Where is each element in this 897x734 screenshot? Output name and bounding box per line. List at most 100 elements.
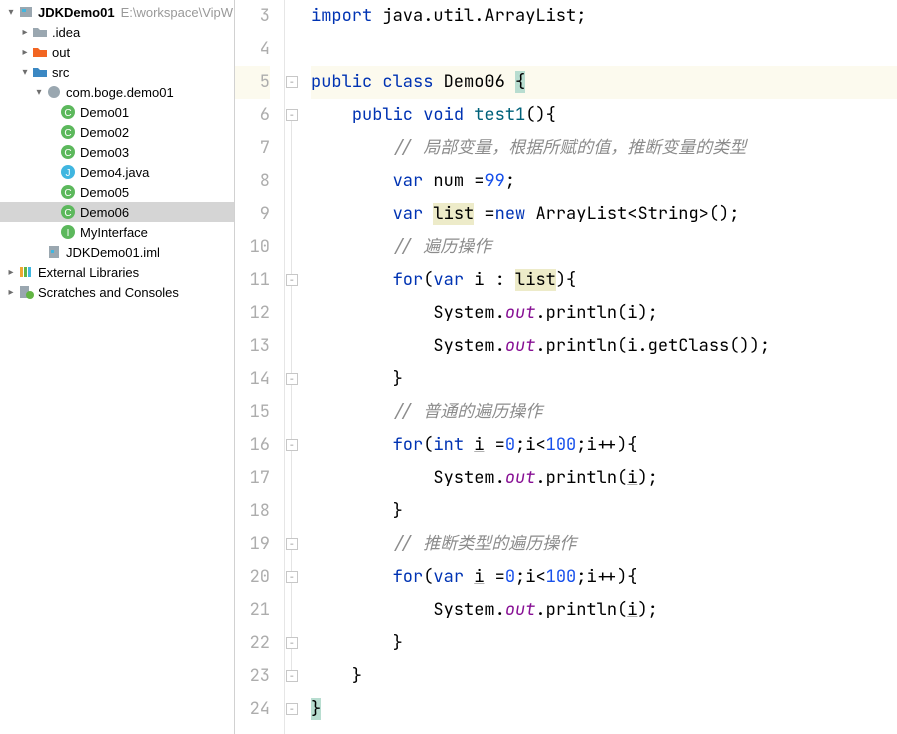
fold-toggle-icon[interactable]: −	[286, 76, 298, 88]
tree-class-demo02[interactable]: ▸ C Demo02	[0, 122, 234, 142]
code-line-24[interactable]: }	[311, 693, 897, 726]
line-number: 15	[235, 396, 270, 429]
code-line-13[interactable]: System.out.println(i.getClass());	[311, 330, 897, 363]
tree-label: Demo06	[80, 205, 129, 220]
tree-class-demo06[interactable]: ▸ C Demo06	[0, 202, 234, 222]
line-number: 5	[235, 66, 270, 99]
svg-text:C: C	[64, 148, 71, 159]
line-number: 9	[235, 198, 270, 231]
tree-file-iml[interactable]: ▸ JDKDemo01.iml	[0, 242, 234, 262]
code-line-8[interactable]: var num =99;	[311, 165, 897, 198]
java-file-icon: J	[60, 164, 76, 180]
fold-toggle-icon[interactable]: −	[286, 439, 298, 451]
code-line-15[interactable]: // 普通的遍历操作	[311, 396, 897, 429]
libraries-icon	[18, 264, 34, 280]
line-number: 6	[235, 99, 270, 132]
iml-file-icon	[46, 244, 62, 260]
code-area[interactable]: import import java.util.ArrayList;java.u…	[299, 0, 897, 734]
fold-toggle-icon[interactable]: −	[286, 571, 298, 583]
tree-label: Demo4.java	[80, 165, 149, 180]
folder-src-icon	[32, 64, 48, 80]
tree-folder-idea[interactable]: ▸ .idea	[0, 22, 234, 42]
tree-interface-myinterface[interactable]: ▸ I MyInterface	[0, 222, 234, 242]
svg-text:C: C	[64, 188, 71, 199]
tree-file-demo4java[interactable]: ▸ J Demo4.java	[0, 162, 234, 182]
code-line-9[interactable]: var list =new ArrayList<String>();	[311, 198, 897, 231]
svg-text:C: C	[64, 108, 71, 119]
svg-text:C: C	[64, 128, 71, 139]
project-sidebar: ▾ JDKDemo01 E:\workspace\VipW ▸ .idea ▸ …	[0, 0, 235, 734]
line-number: 21	[235, 594, 270, 627]
code-line-4[interactable]	[311, 33, 897, 66]
fold-toggle-icon[interactable]: −	[286, 109, 298, 121]
code-line-23[interactable]: }	[311, 660, 897, 693]
class-icon: C	[60, 124, 76, 140]
tree-folder-out[interactable]: ▸ out	[0, 42, 234, 62]
line-number: 23	[235, 660, 270, 693]
chevron-down-icon[interactable]: ▾	[32, 87, 46, 98]
code-line-21[interactable]: System.out.println(i);	[311, 594, 897, 627]
tree-label: out	[52, 45, 70, 60]
fold-toggle-icon[interactable]: −	[286, 703, 298, 715]
code-line-12[interactable]: System.out.println(i);	[311, 297, 897, 330]
tree-label: MyInterface	[80, 225, 148, 240]
code-line-22[interactable]: }	[311, 627, 897, 660]
tree-class-demo05[interactable]: ▸ C Demo05	[0, 182, 234, 202]
tree-folder-src[interactable]: ▾ src	[0, 62, 234, 82]
tree-label: Demo05	[80, 185, 129, 200]
chevron-down-icon[interactable]: ▾	[4, 7, 18, 18]
chevron-right-icon[interactable]: ▸	[4, 287, 18, 298]
tree-scratches[interactable]: ▸ Scratches and Consoles	[0, 282, 234, 302]
tree-label: JDKDemo01.iml	[66, 245, 160, 260]
line-gutter: 3 4 5 6 7 8 9 10 11 12 13 14 15 16 17 18…	[235, 0, 285, 734]
code-line-18[interactable]: }	[311, 495, 897, 528]
code-line-7[interactable]: // 局部变量，根据所赋的值，推断变量的类型	[311, 132, 897, 165]
class-icon: C	[60, 184, 76, 200]
project-name: JDKDemo01	[38, 5, 115, 20]
tree-class-demo03[interactable]: ▸ C Demo03	[0, 142, 234, 162]
line-number: 22	[235, 627, 270, 660]
code-line-5[interactable]: public class Demo06 {	[311, 66, 897, 99]
code-editor[interactable]: 3 4 5 6 7 8 9 10 11 12 13 14 15 16 17 18…	[235, 0, 897, 734]
chevron-right-icon[interactable]: ▸	[18, 47, 32, 58]
line-number: 10	[235, 231, 270, 264]
package-icon	[46, 84, 62, 100]
code-line-11[interactable]: for(var i : list){	[311, 264, 897, 297]
project-tree: ▾ JDKDemo01 E:\workspace\VipW ▸ .idea ▸ …	[0, 0, 234, 302]
chevron-right-icon[interactable]: ▸	[4, 267, 18, 278]
line-number: 18	[235, 495, 270, 528]
tree-label: Demo02	[80, 125, 129, 140]
fold-toggle-icon[interactable]: −	[286, 538, 298, 550]
class-icon: C	[60, 204, 76, 220]
tree-label: src	[52, 65, 69, 80]
code-line-19[interactable]: // 推断类型的遍历操作	[311, 528, 897, 561]
code-line-6[interactable]: public void test1(){	[311, 99, 897, 132]
module-icon	[18, 4, 34, 20]
fold-toggle-icon[interactable]: −	[286, 274, 298, 286]
line-number: 12	[235, 297, 270, 330]
code-line-14[interactable]: }	[311, 363, 897, 396]
chevron-right-icon[interactable]: ▸	[18, 27, 32, 38]
chevron-down-icon[interactable]: ▾	[18, 67, 32, 78]
tree-class-demo01[interactable]: ▸ C Demo01	[0, 102, 234, 122]
tree-label: Demo01	[80, 105, 129, 120]
tree-package[interactable]: ▾ com.boge.demo01	[0, 82, 234, 102]
fold-toggle-icon[interactable]: −	[286, 637, 298, 649]
scratches-icon	[18, 284, 34, 300]
code-line-3[interactable]: import import java.util.ArrayList;java.u…	[311, 0, 897, 33]
code-line-10[interactable]: // 遍历操作	[311, 231, 897, 264]
line-number: 7	[235, 132, 270, 165]
line-number: 19	[235, 528, 270, 561]
line-number: 24	[235, 693, 270, 726]
code-line-20[interactable]: for(var i =0;i<100;i++){	[311, 561, 897, 594]
code-line-17[interactable]: System.out.println(i);	[311, 462, 897, 495]
line-number: 14	[235, 363, 270, 396]
fold-toggle-icon[interactable]: −	[286, 373, 298, 385]
code-line-16[interactable]: for(int i =0;i<100;i++){	[311, 429, 897, 462]
fold-toggle-icon[interactable]: −	[286, 670, 298, 682]
project-path: E:\workspace\VipW	[121, 5, 233, 20]
folder-icon	[32, 24, 48, 40]
tree-external-libraries[interactable]: ▸ External Libraries	[0, 262, 234, 282]
line-number: 20	[235, 561, 270, 594]
tree-project-root[interactable]: ▾ JDKDemo01 E:\workspace\VipW	[0, 2, 234, 22]
